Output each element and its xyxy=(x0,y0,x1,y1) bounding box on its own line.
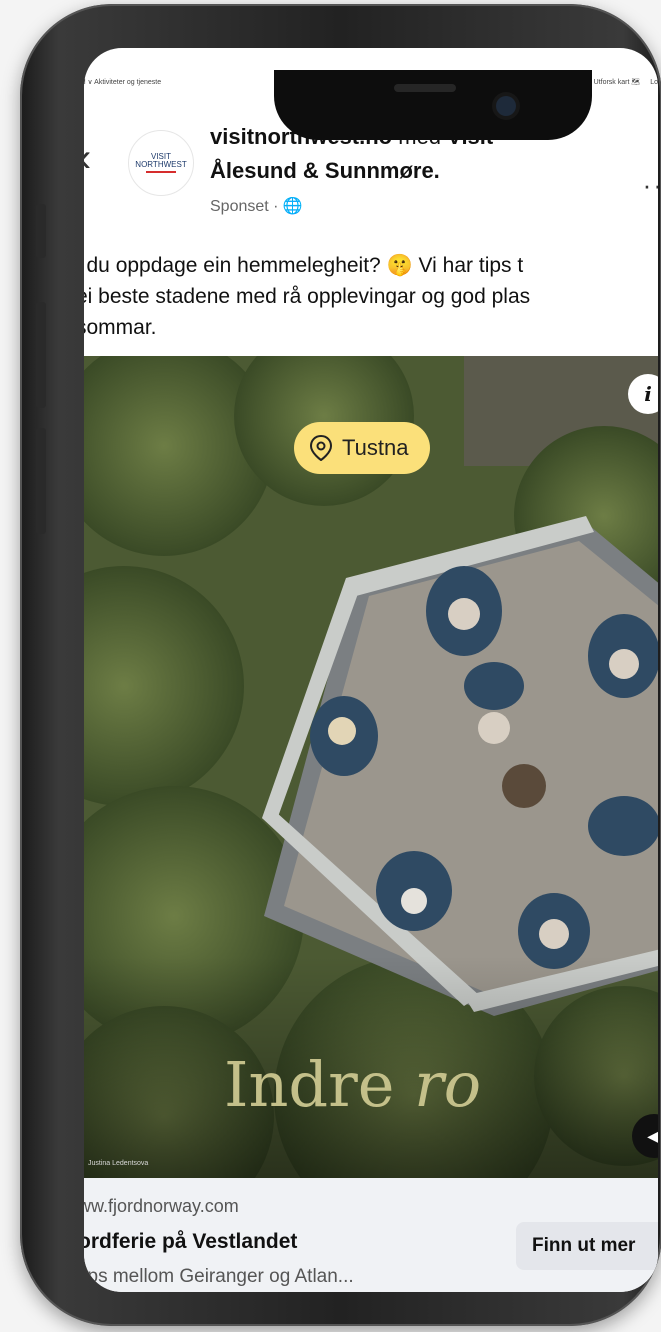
video-overlay-title: Indre ro xyxy=(224,1048,481,1121)
avatar-text-northwest: NORTHWEST xyxy=(135,160,187,169)
cta-title[interactable]: ordferie på Vestlandet xyxy=(84,1230,297,1254)
side-button xyxy=(36,204,46,258)
photo-credit: Justina Ledentsova xyxy=(88,1160,149,1167)
post-text: l du oppdage ein hemmelegheit? 🤫 Vi har … xyxy=(84,250,658,343)
notch xyxy=(274,70,592,140)
sponsored-label: Sponset · 🌐 xyxy=(210,198,303,215)
phone-frame: l ∨ Aktiviteter og tjeneste Q Utforsk ka… xyxy=(20,4,661,1326)
post-text-line-2: ei beste stadene med rå opplevingar og g… xyxy=(84,285,531,308)
partner-link-2[interactable]: Ålesund & Sunnmøre. xyxy=(210,158,440,184)
learn-more-button[interactable]: Finn ut mer xyxy=(516,1222,658,1270)
volume-up-button xyxy=(36,302,46,408)
post-text-line-3: sommar. xyxy=(84,316,157,339)
location-label: Tustna xyxy=(342,435,409,460)
login-link[interactable]: Lo xyxy=(650,79,658,86)
explore-map-link[interactable]: Utforsk kart 🗺 xyxy=(594,79,641,86)
avatar-logo-bar xyxy=(146,171,176,174)
front-camera xyxy=(496,96,516,116)
back-chevron-icon[interactable]: ‹ xyxy=(84,138,91,178)
overlay-word-1: Indre xyxy=(224,1048,395,1121)
cta-panel[interactable]: ww.fjordnorway.com ordferie på Vestlande… xyxy=(84,1178,658,1292)
avatar[interactable]: VISIT NORTHWEST xyxy=(128,130,194,196)
topbar-left-menu[interactable]: l ∨ Aktiviteter og tjeneste xyxy=(84,78,161,86)
location-pill[interactable]: Tustna xyxy=(294,422,431,474)
phone-screen: l ∨ Aktiviteter og tjeneste Q Utforsk ka… xyxy=(84,48,658,1292)
location-pin-icon xyxy=(310,435,332,461)
earpiece xyxy=(394,84,456,92)
more-options-icon[interactable]: ·· xyxy=(643,170,658,201)
post-text-line-1: l du oppdage ein hemmelegheit? 🤫 Vi har … xyxy=(84,254,524,277)
overlay-word-2: ro xyxy=(414,1048,482,1121)
volume-down-button xyxy=(36,428,46,534)
cta-description: tips mellom Geiranger og Atlan... xyxy=(84,1266,354,1287)
cta-domain: ww.fjordnorway.com xyxy=(84,1196,239,1216)
